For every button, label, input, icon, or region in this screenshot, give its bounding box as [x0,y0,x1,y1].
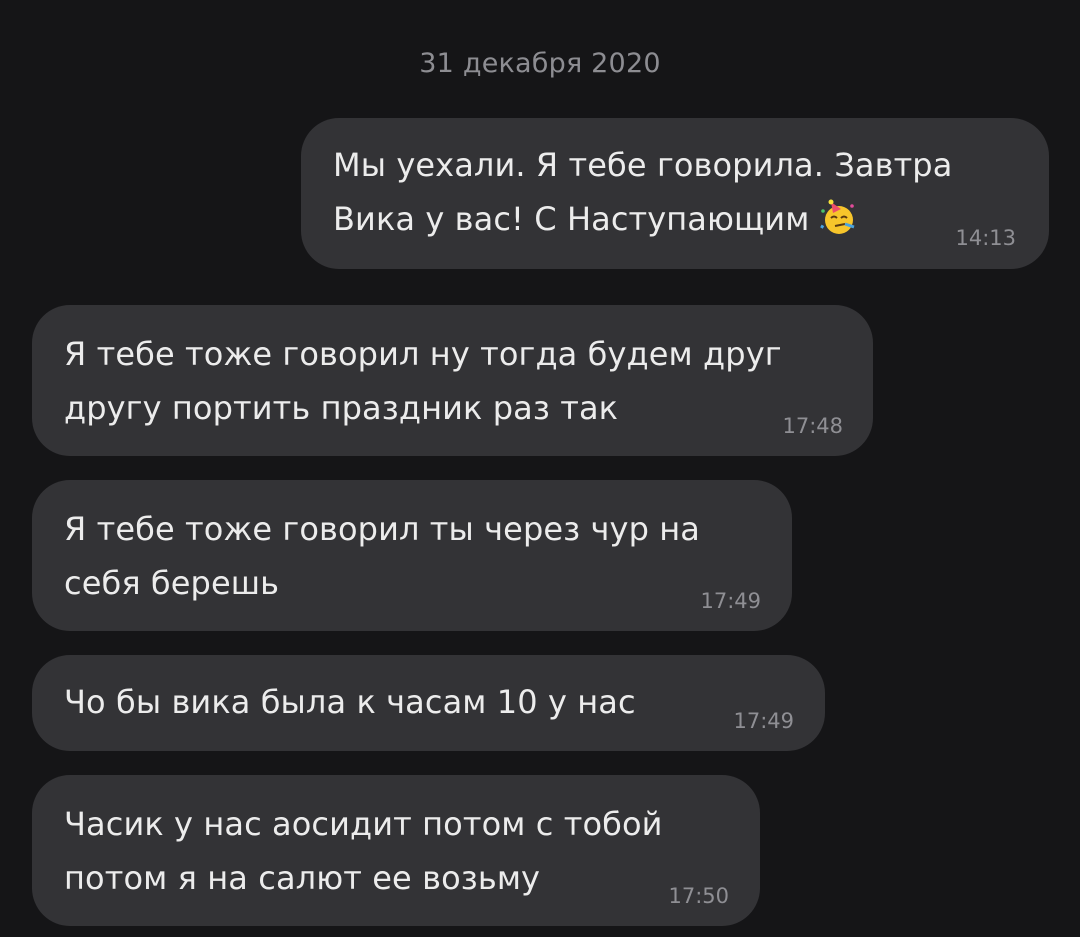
message-text-line: Вика у вас! С Наступающим [333,192,859,246]
message-text-line: Мы уехали. Я тебе говорила. Завтра [333,146,953,184]
outgoing-message-bubble[interactable]: Мы уехали. Я тебе говорила. Завтра Вика … [301,118,1049,269]
message-timestamp: 17:49 [733,709,794,733]
message-text-line: Я тебе тоже говорил ты через чур на [64,510,701,548]
message-timestamp: 14:13 [955,226,1016,250]
message-text-line: Чо бы вика была к часам 10 у нас [64,683,636,721]
message-timestamp: 17:48 [782,414,843,438]
message-text-line: себя берешь [64,564,280,602]
incoming-message-bubble[interactable]: Я тебе тоже говорил ну тогда будем друг … [32,305,873,456]
date-separator: 31 декабря 2020 [419,48,661,79]
message-text-line: потом я на салют ее возьму [64,859,541,897]
message-timestamp: 17:50 [668,884,729,908]
incoming-message-bubble[interactable]: Я тебе тоже говорил ты через чур на себя… [32,480,792,631]
partying-face-icon [819,197,859,237]
message-text-line: Часик у нас аосидит потом с тобой [64,805,663,843]
incoming-message-bubble[interactable]: Часик у нас аосидит потом с тобой потом … [32,775,760,926]
message-text-line: Я тебе тоже говорил ну тогда будем друг [64,335,782,373]
message-text-line: другу портить праздник раз так [64,389,619,427]
incoming-message-bubble[interactable]: Чо бы вика была к часам 10 у нас 17:49 [32,655,825,751]
message-text-fragment: Вика у вас! С Наступающим [333,200,810,238]
message-timestamp: 17:49 [700,589,761,613]
